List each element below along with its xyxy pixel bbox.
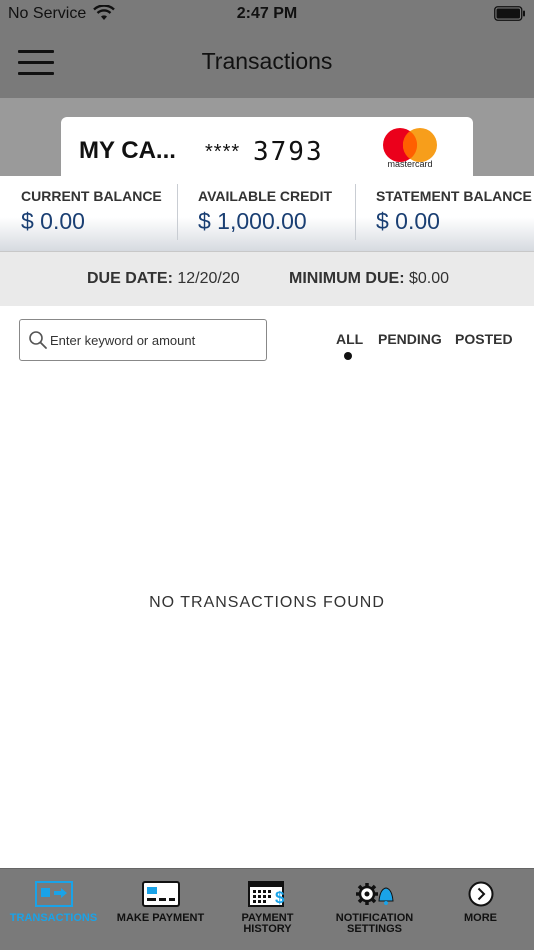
- calendar-dollar-icon: $: [247, 881, 285, 907]
- clock: 2:47 PM: [236, 5, 298, 22]
- divider: [177, 184, 178, 240]
- filter-tab-pending[interactable]: PENDING: [378, 331, 442, 347]
- card-last-four: 3793: [253, 137, 324, 167]
- search-box: [19, 319, 267, 361]
- balance-label: AVAILABLE CREDIT: [198, 188, 333, 204]
- minimum-due: MINIMUM DUE: $0.00: [289, 270, 449, 288]
- svg-text:$: $: [275, 888, 285, 907]
- tab-more[interactable]: MORE: [427, 869, 534, 950]
- tab-label: NOTIFICATION SETTINGS: [335, 912, 414, 935]
- minimum-due-value: $0.00: [409, 270, 450, 287]
- tab-label: MORE: [464, 912, 497, 924]
- balance-label: STATEMENT BALANCE: [376, 188, 532, 204]
- tab-transactions[interactable]: TRANSACTIONS: [0, 869, 107, 950]
- search-icon: [29, 331, 47, 349]
- transactions-icon: [34, 881, 73, 907]
- minimum-due-label: MINIMUM DUE:: [289, 270, 405, 287]
- balance-value: $ 0.00: [21, 208, 85, 234]
- balance-value: $ 1,000.00: [198, 208, 307, 234]
- empty-state-message: NO TRANSACTIONS FOUND: [149, 594, 385, 611]
- tab-payment-history[interactable]: $ PAYMENT HISTORY: [214, 869, 321, 950]
- filter-tab-posted[interactable]: POSTED: [455, 331, 513, 347]
- due-date-value: 12/20/20: [177, 270, 240, 287]
- tab-label: MAKE PAYMENT: [116, 912, 205, 924]
- bottom-tab-bar: TRANSACTIONS MAKE PAYMENT $ PAYMENT HISTO…: [0, 868, 534, 950]
- tab-label: TRANSACTIONS: [9, 912, 98, 924]
- card-number-mask: ****: [205, 141, 241, 163]
- filter-tab-all[interactable]: ALL: [336, 331, 363, 347]
- status-bar: No Service 2:47 PM: [0, 0, 534, 28]
- active-filter-indicator: [344, 352, 352, 360]
- due-date: DUE DATE: 12/20/20: [87, 270, 240, 288]
- balance-label: CURRENT BALANCE: [21, 188, 162, 204]
- gear-bell-icon: [355, 883, 394, 905]
- tab-notification-settings[interactable]: NOTIFICATION SETTINGS: [321, 869, 428, 950]
- card-payment-icon: [141, 881, 180, 907]
- chevron-right-circle-icon: [468, 881, 493, 907]
- balances-panel: CURRENT BALANCE $ 0.00 AVAILABLE CREDIT …: [0, 176, 534, 252]
- nav-bar: Transactions: [0, 28, 534, 98]
- tab-make-payment[interactable]: MAKE PAYMENT: [107, 869, 214, 950]
- page-title: Transactions: [201, 48, 333, 74]
- card-name: MY CA...: [79, 137, 176, 164]
- divider: [355, 184, 356, 240]
- battery-icon: [494, 6, 525, 21]
- mastercard-wordmark: mastercard: [387, 159, 433, 169]
- balance-value: $ 0.00: [376, 208, 440, 234]
- due-info-bar: DUE DATE: 12/20/20 MINIMUM DUE: $0.00: [0, 252, 534, 306]
- due-date-label: DUE DATE:: [87, 270, 173, 287]
- tab-label: PAYMENT HISTORY: [241, 912, 294, 935]
- search-input[interactable]: [50, 328, 260, 352]
